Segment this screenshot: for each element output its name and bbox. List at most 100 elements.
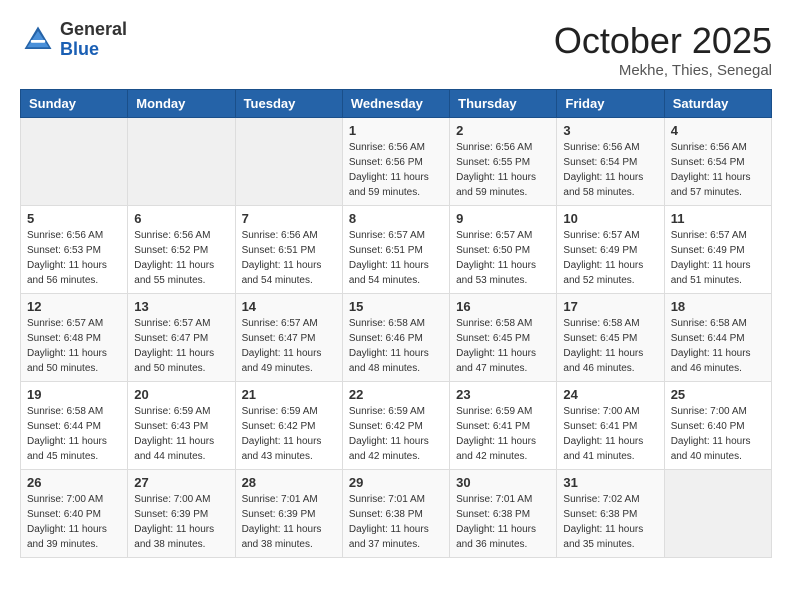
calendar-cell: 4 Sunrise: 6:56 AM Sunset: 6:54 PM Daylig…: [664, 118, 771, 206]
day-info: Sunrise: 6:56 AM Sunset: 6:52 PM Dayligh…: [134, 228, 228, 288]
day-number: 8: [349, 211, 443, 226]
logo-icon: [20, 22, 56, 58]
day-info: Sunrise: 6:57 AM Sunset: 6:50 PM Dayligh…: [456, 228, 550, 288]
day-info: Sunrise: 6:56 AM Sunset: 6:55 PM Dayligh…: [456, 140, 550, 200]
day-number: 12: [27, 299, 121, 314]
weekday-header-wednesday: Wednesday: [342, 90, 449, 118]
day-info: Sunrise: 6:58 AM Sunset: 6:44 PM Dayligh…: [27, 404, 121, 464]
day-number: 13: [134, 299, 228, 314]
calendar-cell: 15Sunrise: 6:58 AM Sunset: 6:46 PM Dayli…: [342, 294, 449, 382]
day-number: 16: [456, 299, 550, 314]
location-subtitle: Mekhe, Thies, Senegal: [554, 62, 772, 79]
weekday-header-saturday: Saturday: [664, 90, 771, 118]
day-info: Sunrise: 6:58 AM Sunset: 6:44 PM Dayligh…: [671, 316, 765, 376]
day-info: Sunrise: 7:00 AM Sunset: 6:39 PM Dayligh…: [134, 492, 228, 552]
calendar-cell: 7 Sunrise: 6:56 AM Sunset: 6:51 PM Daylig…: [235, 206, 342, 294]
title-block: October 2025 Mekhe, Thies, Senegal: [554, 20, 772, 79]
weekday-header-sunday: Sunday: [21, 90, 128, 118]
day-number: 31: [563, 475, 657, 490]
calendar-cell: 11Sunrise: 6:57 AM Sunset: 6:49 PM Dayli…: [664, 206, 771, 294]
calendar-cell: 19 Sunrise: 6:58 AM Sunset: 6:44 PM Dayli…: [21, 382, 128, 470]
calendar-cell: 28 Sunrise: 7:01 AM Sunset: 6:39 PM Dayli…: [235, 470, 342, 558]
calendar-week-row: 12Sunrise: 6:57 AM Sunset: 6:48 PM Dayli…: [21, 294, 772, 382]
calendar-table: SundayMondayTuesdayWednesdayThursdayFrid…: [20, 89, 772, 558]
day-info: Sunrise: 6:59 AM Sunset: 6:41 PM Dayligh…: [456, 404, 550, 464]
day-number: 25: [671, 387, 765, 402]
weekday-header-friday: Friday: [557, 90, 664, 118]
day-info: Sunrise: 7:00 AM Sunset: 6:40 PM Dayligh…: [27, 492, 121, 552]
day-number: 19: [27, 387, 121, 402]
day-info: Sunrise: 7:00 AM Sunset: 6:40 PM Dayligh…: [671, 404, 765, 464]
day-info: Sunrise: 6:58 AM Sunset: 6:45 PM Dayligh…: [563, 316, 657, 376]
calendar-cell: 5Sunrise: 6:56 AM Sunset: 6:53 PM Daylig…: [21, 206, 128, 294]
day-number: 14: [242, 299, 336, 314]
day-info: Sunrise: 6:57 AM Sunset: 6:49 PM Dayligh…: [563, 228, 657, 288]
day-number: 30: [456, 475, 550, 490]
day-info: Sunrise: 6:59 AM Sunset: 6:42 PM Dayligh…: [242, 404, 336, 464]
day-number: 17: [563, 299, 657, 314]
day-info: Sunrise: 6:57 AM Sunset: 6:47 PM Dayligh…: [134, 316, 228, 376]
calendar-cell: 14 Sunrise: 6:57 AM Sunset: 6:47 PM Dayli…: [235, 294, 342, 382]
calendar-cell: 1Sunrise: 6:56 AM Sunset: 6:56 PM Daylig…: [342, 118, 449, 206]
day-number: 10: [563, 211, 657, 226]
calendar-week-row: 1Sunrise: 6:56 AM Sunset: 6:56 PM Daylig…: [21, 118, 772, 206]
day-number: 1: [349, 123, 443, 138]
logo-general-text: General: [60, 20, 127, 40]
day-number: 4: [671, 123, 765, 138]
day-number: 29: [349, 475, 443, 490]
day-number: 20: [134, 387, 228, 402]
calendar-week-row: 19 Sunrise: 6:58 AM Sunset: 6:44 PM Dayli…: [21, 382, 772, 470]
day-info: Sunrise: 7:01 AM Sunset: 6:38 PM Dayligh…: [456, 492, 550, 552]
calendar-cell: 29 Sunrise: 7:01 AM Sunset: 6:38 PM Dayli…: [342, 470, 449, 558]
day-number: 2: [456, 123, 550, 138]
calendar-cell: 20 Sunrise: 6:59 AM Sunset: 6:43 PM Dayli…: [128, 382, 235, 470]
day-number: 9: [456, 211, 550, 226]
calendar-cell: [664, 470, 771, 558]
day-number: 27: [134, 475, 228, 490]
calendar-cell: 2 Sunrise: 6:56 AM Sunset: 6:55 PM Daylig…: [450, 118, 557, 206]
day-number: 6: [134, 211, 228, 226]
calendar-cell: 9 Sunrise: 6:57 AM Sunset: 6:50 PM Daylig…: [450, 206, 557, 294]
calendar-week-row: 5Sunrise: 6:56 AM Sunset: 6:53 PM Daylig…: [21, 206, 772, 294]
day-number: 23: [456, 387, 550, 402]
day-info: Sunrise: 7:00 AM Sunset: 6:41 PM Dayligh…: [563, 404, 657, 464]
day-number: 15: [349, 299, 443, 314]
calendar-week-row: 26Sunrise: 7:00 AM Sunset: 6:40 PM Dayli…: [21, 470, 772, 558]
calendar-cell: 22Sunrise: 6:59 AM Sunset: 6:42 PM Dayli…: [342, 382, 449, 470]
weekday-header-monday: Monday: [128, 90, 235, 118]
calendar-cell: 13 Sunrise: 6:57 AM Sunset: 6:47 PM Dayli…: [128, 294, 235, 382]
day-info: Sunrise: 6:59 AM Sunset: 6:42 PM Dayligh…: [349, 404, 443, 464]
day-number: 21: [242, 387, 336, 402]
day-number: 28: [242, 475, 336, 490]
weekday-header-tuesday: Tuesday: [235, 90, 342, 118]
day-info: Sunrise: 6:56 AM Sunset: 6:54 PM Dayligh…: [563, 140, 657, 200]
day-number: 3: [563, 123, 657, 138]
logo-blue-text: Blue: [60, 40, 127, 60]
day-info: Sunrise: 6:57 AM Sunset: 6:51 PM Dayligh…: [349, 228, 443, 288]
day-number: 7: [242, 211, 336, 226]
calendar-cell: 12Sunrise: 6:57 AM Sunset: 6:48 PM Dayli…: [21, 294, 128, 382]
day-info: Sunrise: 6:56 AM Sunset: 6:51 PM Dayligh…: [242, 228, 336, 288]
day-number: 24: [563, 387, 657, 402]
calendar-cell: [235, 118, 342, 206]
calendar-cell: 17 Sunrise: 6:58 AM Sunset: 6:45 PM Dayli…: [557, 294, 664, 382]
weekday-header-thursday: Thursday: [450, 90, 557, 118]
day-info: Sunrise: 6:57 AM Sunset: 6:47 PM Dayligh…: [242, 316, 336, 376]
weekday-header-row: SundayMondayTuesdayWednesdayThursdayFrid…: [21, 90, 772, 118]
calendar-cell: 27 Sunrise: 7:00 AM Sunset: 6:39 PM Dayli…: [128, 470, 235, 558]
calendar-cell: [128, 118, 235, 206]
page-header: General Blue October 2025 Mekhe, Thies, …: [20, 20, 772, 79]
calendar-cell: 23 Sunrise: 6:59 AM Sunset: 6:41 PM Dayli…: [450, 382, 557, 470]
calendar-cell: 6 Sunrise: 6:56 AM Sunset: 6:52 PM Daylig…: [128, 206, 235, 294]
day-info: Sunrise: 7:01 AM Sunset: 6:39 PM Dayligh…: [242, 492, 336, 552]
day-info: Sunrise: 6:58 AM Sunset: 6:45 PM Dayligh…: [456, 316, 550, 376]
calendar-cell: 10 Sunrise: 6:57 AM Sunset: 6:49 PM Dayli…: [557, 206, 664, 294]
day-info: Sunrise: 6:56 AM Sunset: 6:54 PM Dayligh…: [671, 140, 765, 200]
day-info: Sunrise: 7:01 AM Sunset: 6:38 PM Dayligh…: [349, 492, 443, 552]
calendar-cell: 16 Sunrise: 6:58 AM Sunset: 6:45 PM Dayli…: [450, 294, 557, 382]
day-number: 18: [671, 299, 765, 314]
calendar-cell: 21 Sunrise: 6:59 AM Sunset: 6:42 PM Dayli…: [235, 382, 342, 470]
day-info: Sunrise: 6:59 AM Sunset: 6:43 PM Dayligh…: [134, 404, 228, 464]
day-info: Sunrise: 6:57 AM Sunset: 6:49 PM Dayligh…: [671, 228, 765, 288]
calendar-cell: 24 Sunrise: 7:00 AM Sunset: 6:41 PM Dayli…: [557, 382, 664, 470]
